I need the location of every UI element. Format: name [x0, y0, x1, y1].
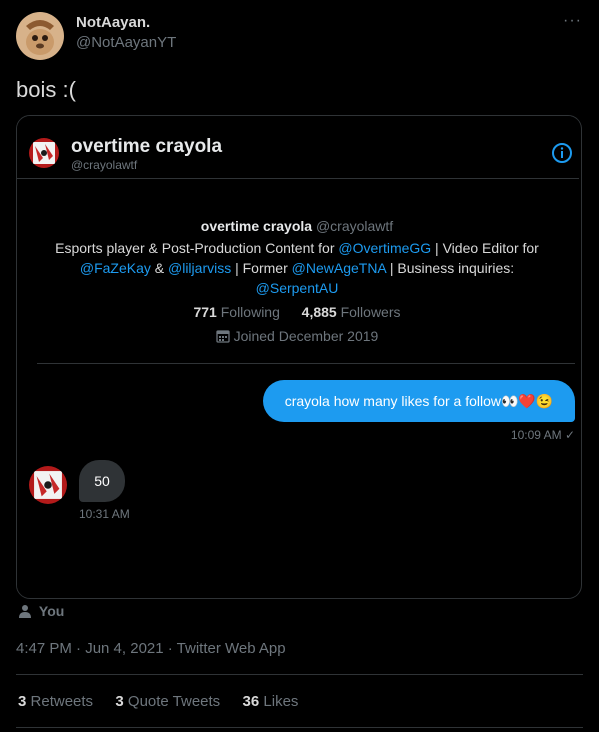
bio-text: & — [150, 260, 168, 276]
dm-header-name: overtime crayola — [71, 136, 223, 157]
bio-mention-serpentau[interactable]: @SerpentAU — [256, 280, 339, 296]
following-count[interactable]: 771 — [193, 304, 216, 320]
author-avatar[interactable] — [16, 12, 64, 60]
profile-name: overtime crayola — [200, 218, 313, 234]
more-options-icon[interactable]: ··· — [563, 12, 582, 30]
bio-text: | Video Editor for — [431, 240, 539, 256]
author-handle[interactable]: @NotAayanYT — [76, 34, 176, 51]
tweet-text: bois :( — [16, 77, 76, 102]
dm-avatar — [29, 138, 59, 168]
retweets-stat[interactable]: 3 Retweets — [18, 693, 97, 710]
profile-divider — [37, 363, 575, 364]
sent-message-bubble: crayola how many likes for a follow👀❤️😉 — [263, 380, 575, 422]
bio-mention-fazekay[interactable]: @FaZeKay — [80, 260, 151, 276]
received-message-bubble: 50 — [79, 460, 125, 502]
quote-tweets-stat[interactable]: 3 Quote Tweets — [115, 693, 224, 710]
bio-mention-liljarviss[interactable]: @liljarviss — [168, 260, 231, 276]
bio-text: Esports player & Post-Production Content… — [55, 240, 339, 256]
person-icon — [18, 604, 32, 621]
dm-window: overtime crayola @crayolawtf overtime cr… — [17, 116, 579, 596]
retweets-count: 3 — [18, 693, 27, 710]
received-message-text: 50 — [94, 473, 110, 489]
joined-date: Joined December 2019 — [233, 328, 379, 344]
tweet-timestamp[interactable]: 4:47 PM · Jun 4, 2021 · Twitter Web App — [16, 640, 286, 657]
tweet-stats: 3 Retweets 3 Quote Tweets 36 Likes — [18, 693, 298, 710]
followers-count[interactable]: 4,885 — [302, 304, 337, 320]
received-message-time: 10:31 AM — [79, 507, 130, 521]
tagged-user[interactable]: You — [18, 603, 64, 621]
sent-message-time: 10:09 AM ✓ — [510, 428, 575, 442]
likes-label: Likes — [263, 693, 299, 710]
tagged-you-label: You — [38, 603, 65, 619]
likes-count: 36 — [242, 693, 260, 710]
info-icon[interactable] — [551, 142, 573, 169]
following-label[interactable]: Following — [221, 304, 280, 320]
profile-handle: @crayolawtf — [315, 218, 394, 234]
timestamp-divider — [16, 674, 583, 675]
received-avatar — [29, 466, 67, 504]
sent-message-text: crayola how many likes for a follow👀❤️😉 — [284, 393, 554, 409]
bio-mention-overtimegg[interactable]: @OvertimeGG — [338, 240, 431, 256]
dm-header-handle: @crayolawtf — [71, 158, 138, 172]
retweets-label: Retweets — [30, 693, 94, 710]
likes-stat[interactable]: 36 Likes — [243, 693, 299, 710]
dm-profile-summary: overtime crayola @crayolawtf Esports pla… — [37, 216, 557, 348]
bio-text: | Former — [231, 260, 292, 276]
quote-tweets-label: Quote Tweets — [127, 693, 221, 710]
bio-text: | Business inquiries: — [386, 260, 515, 276]
followers-label[interactable]: Followers — [341, 304, 401, 320]
tweet-image[interactable]: overtime crayola @crayolawtf overtime cr… — [16, 115, 582, 599]
dm-header-divider — [17, 178, 579, 179]
quote-tweets-count: 3 — [115, 693, 124, 710]
bio-mention-newagetna[interactable]: @NewAgeTNA — [292, 260, 386, 276]
author-name[interactable]: NotAayan. — [76, 14, 150, 31]
stats-divider — [16, 727, 583, 728]
calendar-icon — [216, 328, 230, 348]
